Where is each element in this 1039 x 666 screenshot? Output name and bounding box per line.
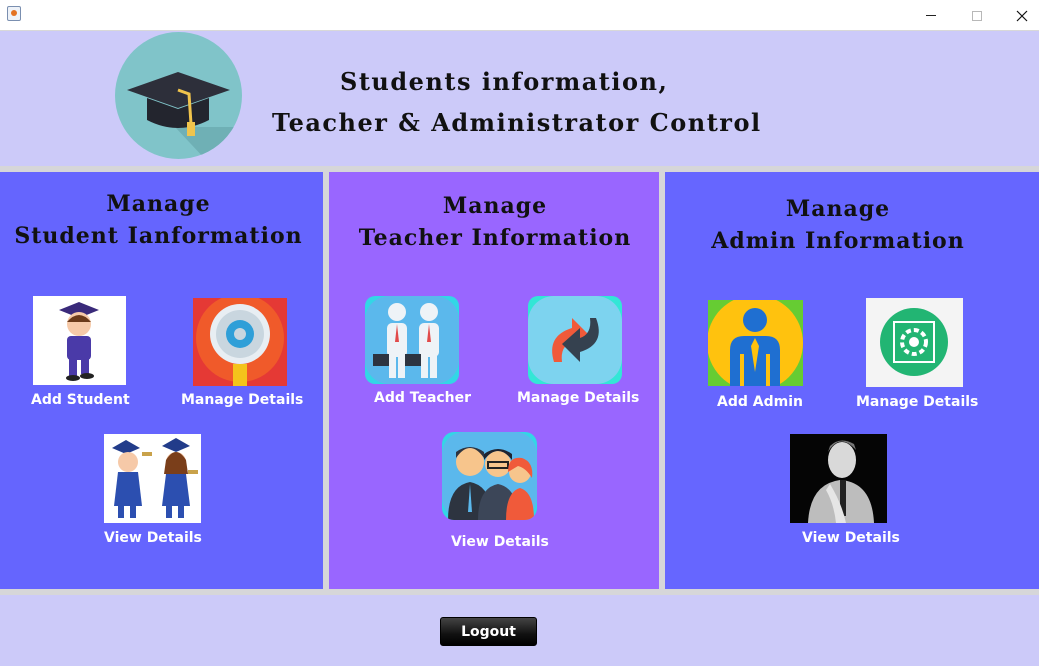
add-teacher-label[interactable]: Add Teacher	[374, 390, 471, 406]
admin-manage-details-label[interactable]: Manage Details	[856, 394, 978, 410]
app-title-line2: Teacher & Administrator Control	[272, 108, 762, 137]
header-banner: Students information, Teacher & Administ…	[0, 32, 1039, 166]
teacher-view-details-label[interactable]: View Details	[451, 534, 549, 550]
add-student-label[interactable]: Add Student	[31, 392, 130, 408]
graduates-icon	[112, 438, 198, 518]
admin-panel-title-line2: Admin Information	[711, 228, 965, 254]
magnifier-gear-icon	[196, 298, 284, 386]
graduation-cap-icon	[115, 32, 242, 159]
logout-button[interactable]: Logout	[440, 617, 537, 646]
teacher-manage-details-label[interactable]: Manage Details	[517, 390, 639, 406]
teachers-icon	[365, 296, 459, 384]
teacher-view-details-button[interactable]	[442, 432, 537, 520]
teacher-panel-title-line1: Manage	[442, 193, 548, 219]
student-panel: Manage Student Ianformation Add Student …	[0, 172, 323, 589]
student-graduate-icon	[59, 302, 99, 381]
student-manage-details-button[interactable]	[193, 298, 287, 386]
admin-view-details-label[interactable]: View Details	[802, 530, 900, 546]
minimize-icon	[926, 15, 936, 16]
people-group-icon	[442, 432, 537, 520]
admin-manage-details-button[interactable]	[866, 298, 963, 387]
maximize-icon	[972, 10, 982, 21]
close-button[interactable]	[999, 0, 1039, 31]
java-app-icon	[7, 6, 21, 21]
admin-panel-title-line1: Manage	[785, 196, 891, 222]
add-student-button[interactable]	[33, 296, 126, 385]
student-view-details-label[interactable]: View Details	[104, 530, 202, 546]
window-titlebar	[0, 0, 1039, 31]
admin-portrait-icon	[790, 434, 887, 523]
app-title-line1: Students information,	[340, 67, 669, 96]
add-teacher-button[interactable]	[365, 296, 459, 384]
teacher-panel-title-line2: Teacher Information	[358, 225, 632, 251]
add-admin-label[interactable]: Add Admin	[717, 394, 803, 410]
add-admin-button[interactable]	[708, 300, 803, 386]
teacher-panel: Manage Teacher Information Add Teacher M…	[329, 172, 659, 589]
settings-gear-icon	[880, 308, 948, 376]
teacher-manage-details-button[interactable]	[528, 296, 622, 384]
student-panel-title-line2: Student Ianformation	[14, 223, 303, 249]
admin-panel: Manage Admin Information Add Admin Manag…	[665, 172, 1039, 589]
student-view-details-button[interactable]	[104, 434, 201, 523]
student-manage-details-label[interactable]: Manage Details	[181, 392, 303, 408]
refresh-arrows-icon	[528, 296, 622, 384]
maximize-button[interactable]	[954, 0, 1000, 31]
admin-view-details-button[interactable]	[790, 434, 887, 523]
minimize-button[interactable]	[908, 0, 954, 31]
close-icon	[1016, 10, 1028, 21]
student-panel-title-line1: Manage	[106, 191, 211, 217]
footer: Logout	[0, 595, 1039, 666]
admin-person-icon	[708, 300, 803, 386]
